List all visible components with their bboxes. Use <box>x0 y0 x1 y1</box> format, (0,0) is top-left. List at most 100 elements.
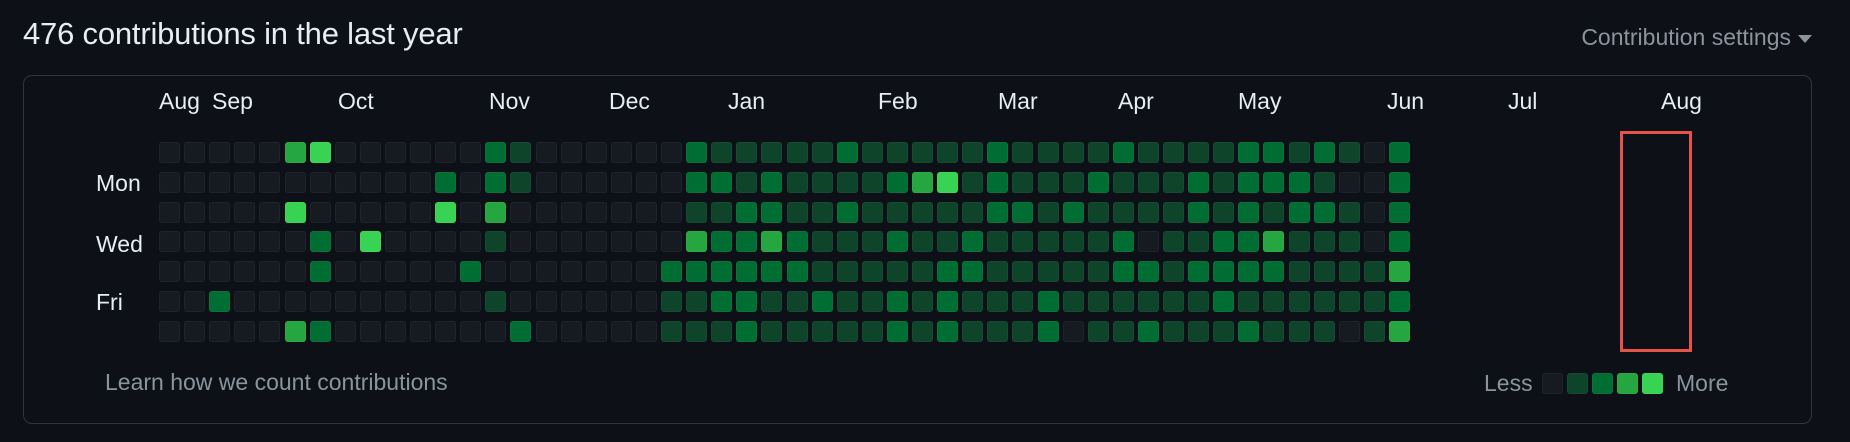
contribution-day-cell[interactable] <box>410 261 431 283</box>
contribution-day-cell[interactable] <box>886 142 908 163</box>
contribution-day-cell[interactable] <box>786 320 808 342</box>
contribution-day-cell[interactable] <box>1137 171 1159 193</box>
contribution-day-cell[interactable] <box>159 261 180 283</box>
contribution-day-cell[interactable] <box>410 231 431 253</box>
contribution-day-cell[interactable] <box>912 142 933 163</box>
contribution-day-cell[interactable] <box>1137 261 1159 283</box>
contribution-day-cell[interactable] <box>209 261 231 283</box>
contribution-day-cell[interactable] <box>560 201 582 223</box>
contribution-day-cell[interactable] <box>761 261 783 283</box>
contribution-day-cell[interactable] <box>1087 171 1109 193</box>
contribution-day-cell[interactable] <box>159 171 180 193</box>
contribution-day-cell[interactable] <box>635 320 657 342</box>
contribution-day-cell[interactable] <box>987 171 1009 193</box>
contribution-day-cell[interactable] <box>1012 231 1034 253</box>
contribution-day-cell[interactable] <box>811 201 833 223</box>
contribution-day-cell[interactable] <box>284 291 306 312</box>
contribution-day-cell[interactable] <box>937 201 959 223</box>
contribution-day-cell[interactable] <box>1163 142 1184 163</box>
contribution-day-cell[interactable] <box>1338 171 1360 193</box>
contribution-day-cell[interactable] <box>610 142 632 163</box>
contribution-day-cell[interactable] <box>259 320 281 342</box>
contribution-day-cell[interactable] <box>836 201 858 223</box>
contribution-day-cell[interactable] <box>359 171 381 193</box>
contribution-day-cell[interactable] <box>1363 142 1385 163</box>
contribution-day-cell[interactable] <box>309 171 331 193</box>
contribution-day-cell[interactable] <box>435 261 457 283</box>
contribution-day-cell[interactable] <box>384 142 406 163</box>
contribution-day-cell[interactable] <box>560 142 582 163</box>
contribution-day-cell[interactable] <box>585 291 607 312</box>
contribution-day-cell[interactable] <box>937 142 959 163</box>
contribution-day-cell[interactable] <box>635 261 657 283</box>
contribution-day-cell[interactable] <box>309 291 331 312</box>
contribution-day-cell[interactable] <box>635 201 657 223</box>
contribution-day-cell[interactable] <box>811 171 833 193</box>
contribution-day-cell[interactable] <box>962 201 984 223</box>
contribution-day-cell[interactable] <box>259 171 281 193</box>
contribution-day-cell[interactable] <box>1238 291 1260 312</box>
contribution-day-cell[interactable] <box>886 320 908 342</box>
contribution-day-cell[interactable] <box>1388 231 1410 253</box>
contribution-day-cell[interactable] <box>912 320 933 342</box>
contribution-day-cell[interactable] <box>786 291 808 312</box>
contribution-day-cell[interactable] <box>1338 261 1360 283</box>
contribution-day-cell[interactable] <box>410 201 431 223</box>
contribution-day-cell[interactable] <box>485 171 507 193</box>
contribution-day-cell[interactable] <box>1313 171 1335 193</box>
contribution-day-cell[interactable] <box>1213 320 1235 342</box>
contribution-day-cell[interactable] <box>686 320 708 342</box>
contribution-day-cell[interactable] <box>836 171 858 193</box>
contribution-day-cell[interactable] <box>736 142 758 163</box>
contribution-day-cell[interactable] <box>259 261 281 283</box>
contribution-day-cell[interactable] <box>711 231 733 253</box>
contribution-day-cell[interactable] <box>284 201 306 223</box>
contribution-day-cell[interactable] <box>184 291 206 312</box>
contribution-day-cell[interactable] <box>987 231 1009 253</box>
contribution-day-cell[interactable] <box>1163 231 1184 253</box>
contribution-day-cell[interactable] <box>1163 291 1184 312</box>
contribution-day-cell[interactable] <box>535 201 557 223</box>
contribution-day-cell[interactable] <box>585 142 607 163</box>
contribution-day-cell[interactable] <box>686 261 708 283</box>
contribution-day-cell[interactable] <box>460 142 482 163</box>
contribution-day-cell[interactable] <box>987 320 1009 342</box>
contribution-day-cell[interactable] <box>435 291 457 312</box>
contribution-day-cell[interactable] <box>209 171 231 193</box>
contribution-day-cell[interactable] <box>359 142 381 163</box>
contribution-day-cell[interactable] <box>1037 291 1059 312</box>
contribution-day-cell[interactable] <box>1112 142 1134 163</box>
contribution-day-cell[interactable] <box>485 320 507 342</box>
contribution-day-cell[interactable] <box>861 171 883 193</box>
contribution-day-cell[interactable] <box>209 201 231 223</box>
contribution-day-cell[interactable] <box>736 291 758 312</box>
contribution-day-cell[interactable] <box>912 261 933 283</box>
contribution-day-cell[interactable] <box>987 291 1009 312</box>
contribution-day-cell[interactable] <box>1313 320 1335 342</box>
contribution-day-cell[interactable] <box>460 231 482 253</box>
contribution-day-cell[interactable] <box>962 291 984 312</box>
contribution-day-cell[interactable] <box>1263 231 1285 253</box>
contribution-day-cell[interactable] <box>485 201 507 223</box>
contribution-day-cell[interactable] <box>886 171 908 193</box>
contribution-day-cell[interactable] <box>1037 320 1059 342</box>
contribution-day-cell[interactable] <box>661 320 682 342</box>
contribution-day-cell[interactable] <box>334 231 356 253</box>
contribution-day-cell[interactable] <box>1263 291 1285 312</box>
contribution-day-cell[interactable] <box>334 320 356 342</box>
contribution-day-cell[interactable] <box>1388 171 1410 193</box>
contribution-day-cell[interactable] <box>560 171 582 193</box>
contribution-day-cell[interactable] <box>485 291 507 312</box>
contribution-day-cell[interactable] <box>460 261 482 283</box>
contribution-day-cell[interactable] <box>711 171 733 193</box>
contribution-day-cell[interactable] <box>309 320 331 342</box>
contribution-day-cell[interactable] <box>1188 171 1210 193</box>
contribution-day-cell[interactable] <box>1163 320 1184 342</box>
contribution-day-cell[interactable] <box>1288 320 1310 342</box>
contribution-day-cell[interactable] <box>435 171 457 193</box>
contribution-day-cell[interactable] <box>1012 261 1034 283</box>
contribution-day-cell[interactable] <box>234 171 256 193</box>
contribution-day-cell[interactable] <box>585 171 607 193</box>
contribution-day-cell[interactable] <box>1313 142 1335 163</box>
contribution-day-cell[interactable] <box>209 142 231 163</box>
